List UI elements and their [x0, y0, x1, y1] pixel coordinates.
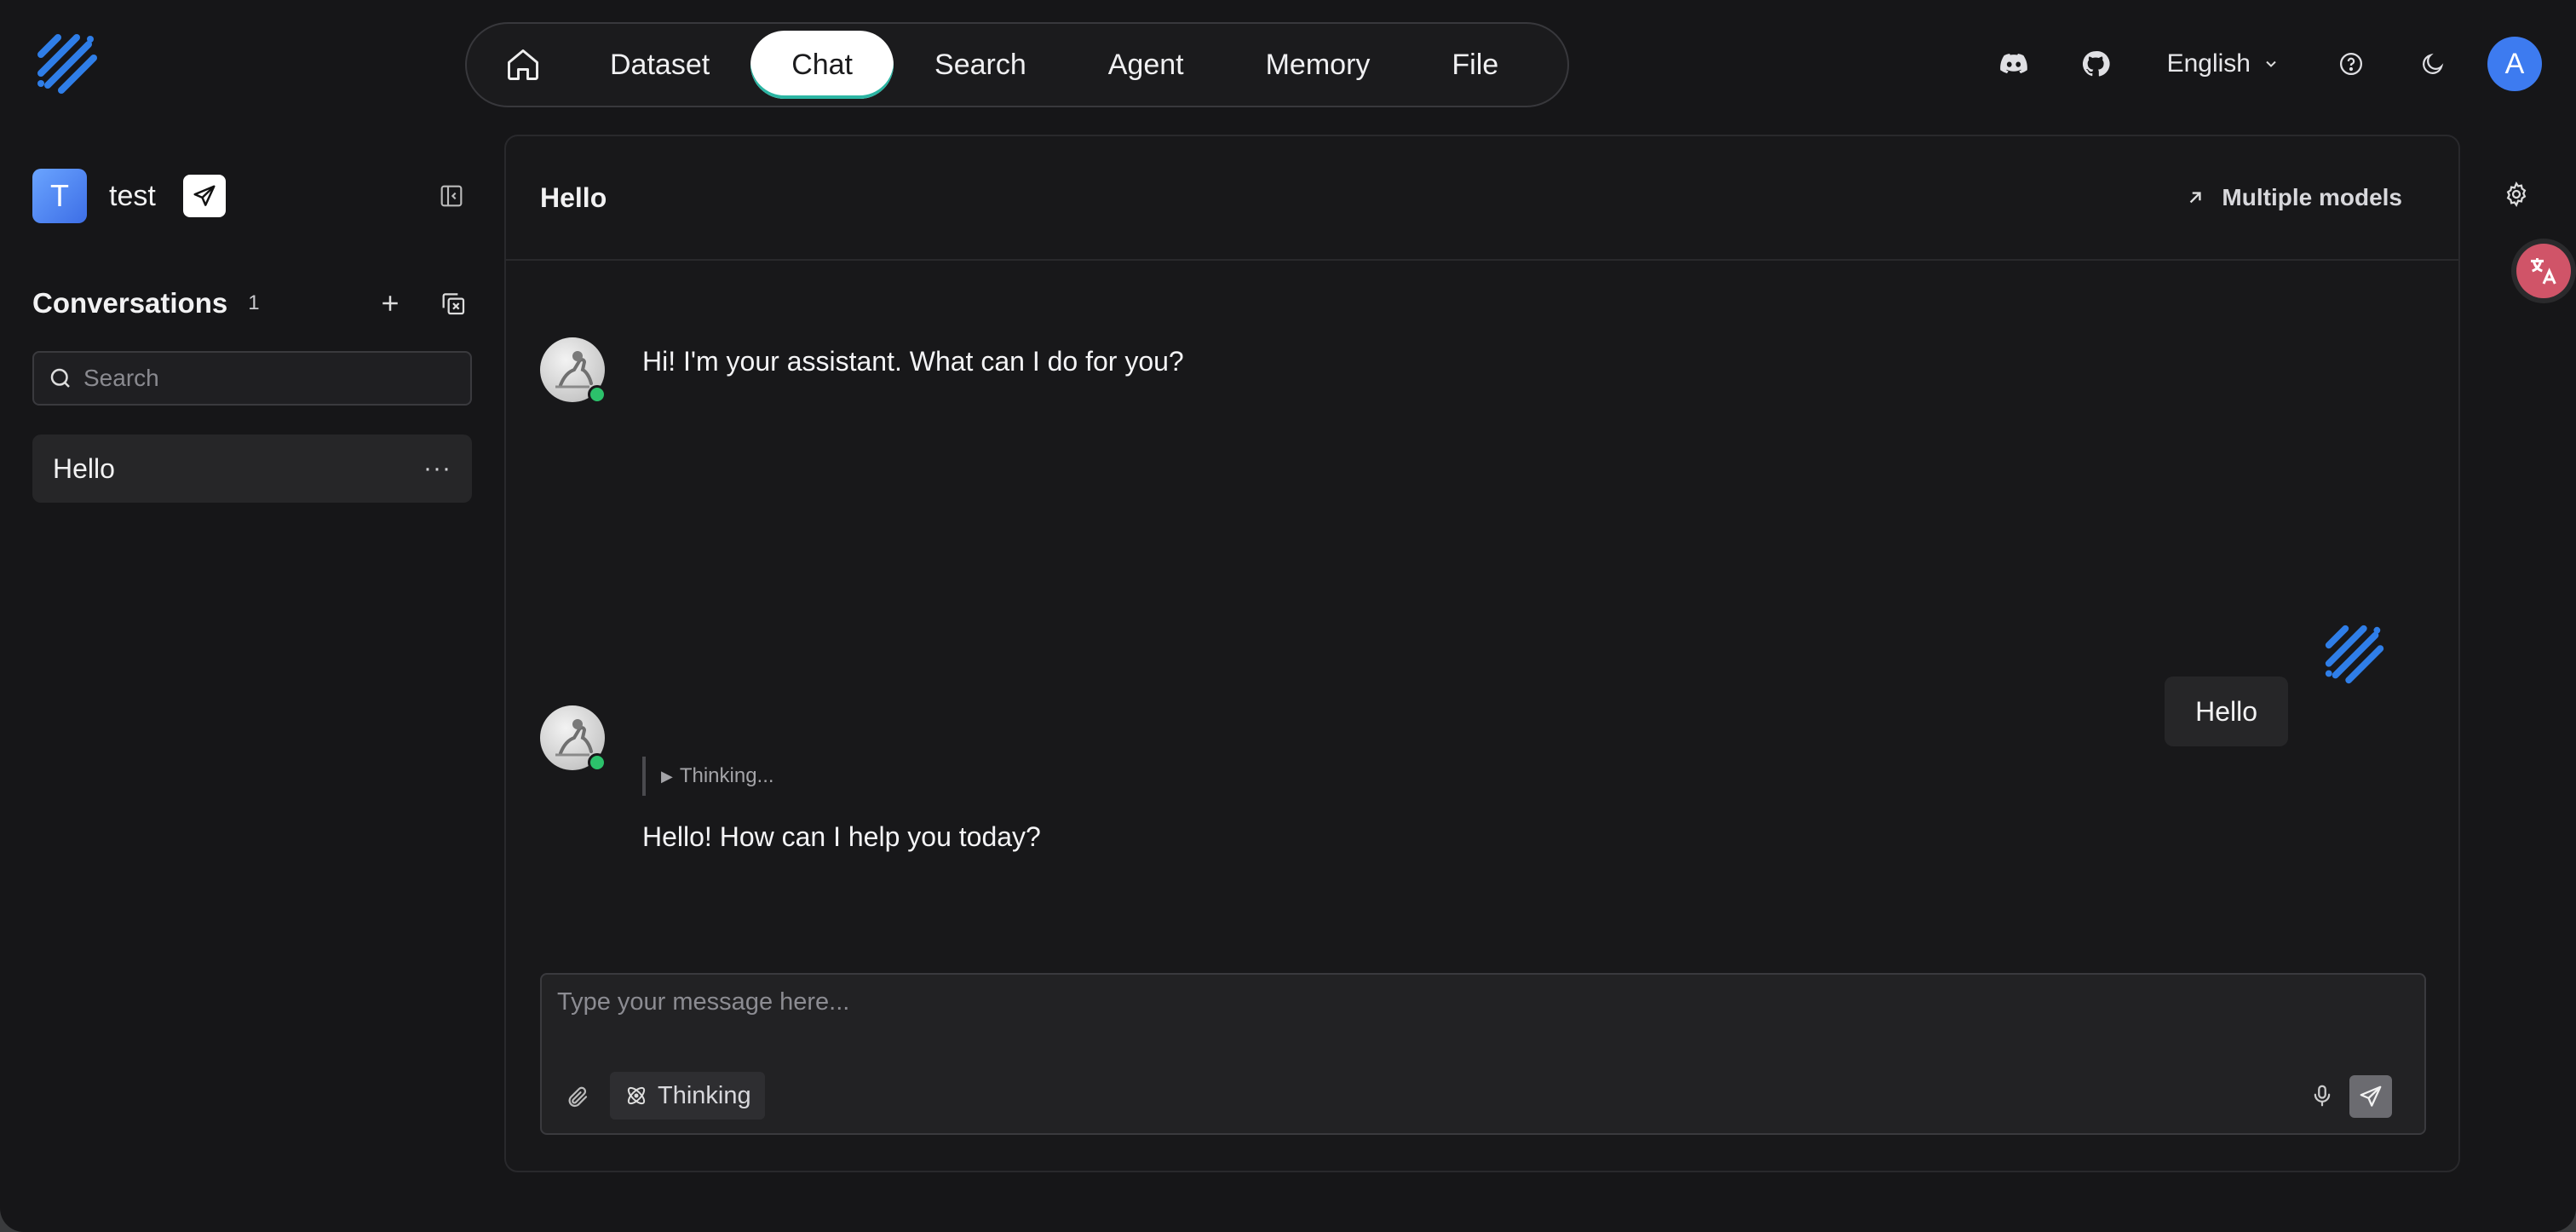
- message-composer: Thinking: [540, 973, 2426, 1135]
- paperclip-icon: [568, 1086, 588, 1108]
- user-avatar[interactable]: A: [2487, 37, 2542, 91]
- user-logo-avatar: [2325, 625, 2384, 684]
- chat-app-name: test: [109, 179, 156, 212]
- assistant-reply-text: Hello! How can I help you today?: [642, 821, 1041, 852]
- nav-memory[interactable]: Memory: [1225, 31, 1412, 99]
- discord-icon[interactable]: [1993, 43, 2034, 84]
- new-conversation-button[interactable]: [371, 285, 409, 322]
- assistant-avatar: [540, 337, 607, 404]
- conversations-count: 1: [248, 291, 260, 314]
- assistant-greeting-text: Hi! I'm your assistant. What can I do fo…: [642, 346, 1184, 377]
- conversations-header: Conversations 1: [32, 278, 472, 329]
- chat-header: Hello Multiple models: [506, 136, 2458, 261]
- chat-panel: Hello Multiple models Hi! I'm your assis…: [504, 135, 2460, 1172]
- ragflow-logo[interactable]: [32, 29, 104, 101]
- conversation-actions: [371, 285, 472, 322]
- top-right-toolbar: English A: [1993, 34, 2542, 94]
- multiple-models-label: Multiple models: [2222, 184, 2402, 210]
- sidebar: T test Conversations 1 Search Hello ···: [32, 162, 472, 503]
- triangle-right-icon: ▶: [661, 767, 673, 785]
- more-icon[interactable]: ···: [423, 454, 451, 483]
- batch-delete-icon: [442, 293, 465, 315]
- voice-input-button[interactable]: [2303, 1077, 2341, 1114]
- conversation-item-label: Hello: [53, 452, 115, 484]
- nav-agent[interactable]: Agent: [1067, 31, 1225, 99]
- translate-icon[interactable]: [2516, 244, 2571, 298]
- chevron-down-icon: [2266, 60, 2276, 67]
- github-icon[interactable]: [2075, 43, 2116, 84]
- nav-file[interactable]: File: [1411, 31, 1539, 99]
- nav-chat[interactable]: Chat: [750, 31, 894, 99]
- search-input[interactable]: [83, 365, 457, 392]
- attach-button[interactable]: [559, 1079, 596, 1116]
- app-window: Dataset Chat Search Agent Memory File En…: [0, 0, 2576, 1232]
- conversation-item[interactable]: Hello ···: [32, 435, 472, 503]
- conversation-search[interactable]: [32, 351, 472, 406]
- online-status-dot: [588, 753, 607, 772]
- main-nav: Dataset Chat Search Agent Memory File: [465, 22, 1569, 107]
- delete-conversations-button[interactable]: [434, 285, 472, 322]
- atom-icon: [627, 1086, 646, 1105]
- chat-app-avatar: T: [32, 169, 87, 223]
- send-icon: [2360, 1085, 2382, 1107]
- collapse-sidebar-button[interactable]: [431, 176, 472, 216]
- share-button[interactable]: [182, 175, 226, 217]
- online-status-dot: [588, 385, 607, 404]
- chat-title: Hello: [540, 181, 607, 213]
- moon-icon[interactable]: [2412, 43, 2453, 84]
- assistant-avatar: [540, 705, 607, 772]
- nav-dataset[interactable]: Dataset: [569, 31, 750, 99]
- sidebar-collapse-icon: [440, 185, 463, 207]
- message-input[interactable]: [557, 988, 2406, 1039]
- nav-search[interactable]: Search: [894, 31, 1067, 99]
- microphone-icon: [2314, 1085, 2331, 1107]
- send-icon: [193, 185, 216, 206]
- thinking-button-label: Thinking: [658, 1081, 751, 1109]
- search-icon: [50, 368, 70, 388]
- sidebar-header: T test: [32, 162, 472, 230]
- thinking-toggle[interactable]: ▶ Thinking...: [642, 757, 774, 796]
- message-list: Hi! I'm your assistant. What can I do fo…: [506, 261, 2458, 1028]
- home-icon: [508, 49, 538, 80]
- language-select[interactable]: English: [2167, 49, 2280, 78]
- multiple-models-button[interactable]: Multiple models: [2184, 184, 2402, 211]
- thinking-label: Thinking...: [679, 764, 774, 787]
- plus-icon: [382, 296, 398, 311]
- thinking-toggle-button[interactable]: Thinking: [610, 1072, 765, 1120]
- arrow-up-right-icon: [2190, 192, 2202, 204]
- send-button[interactable]: [2349, 1075, 2392, 1118]
- user-message-bubble: Hello: [2165, 676, 2288, 746]
- nav-home[interactable]: [477, 31, 569, 99]
- help-icon[interactable]: [2331, 43, 2372, 84]
- settings-icon[interactable]: [2499, 177, 2533, 211]
- conversations-title: Conversations: [32, 287, 228, 319]
- language-label: English: [2166, 49, 2251, 78]
